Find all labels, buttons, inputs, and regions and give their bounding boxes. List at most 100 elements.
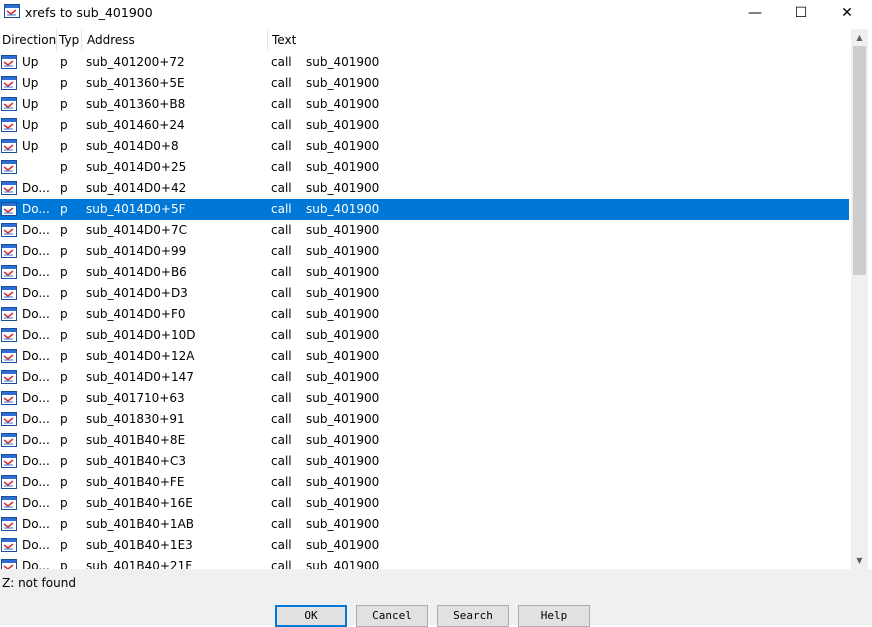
xref-row-icon xyxy=(1,454,17,468)
target-cell: sub_401900 xyxy=(306,454,380,468)
column-header-text[interactable]: Text xyxy=(268,29,851,51)
xref-row-icon xyxy=(1,223,17,237)
type-cell: p xyxy=(60,475,68,489)
address-cell: sub_4014D0+10D xyxy=(86,328,196,342)
xref-row-icon xyxy=(1,475,17,489)
address-cell: sub_401B40+1E3 xyxy=(86,538,193,552)
type-cell: p xyxy=(60,349,68,363)
title-bar: xrefs to sub_401900 — ☐ ✕ xyxy=(0,0,872,26)
address-cell: sub_401B40+1AB xyxy=(86,517,195,531)
table-row[interactable]: Do... p sub_4014D0+7C call sub_401900 xyxy=(0,220,849,241)
minimize-button[interactable]: — xyxy=(732,0,778,26)
column-header-direction[interactable]: Direction xyxy=(0,29,57,51)
type-cell: p xyxy=(60,391,68,405)
type-cell: p xyxy=(60,559,68,569)
table-row[interactable]: Do... p sub_401B40+8E call sub_401900 xyxy=(0,430,849,451)
help-button[interactable]: Help xyxy=(518,605,590,627)
address-cell: sub_4014D0+F0 xyxy=(86,307,186,321)
type-cell: p xyxy=(60,538,68,552)
search-button[interactable]: Search xyxy=(437,605,509,627)
target-cell: sub_401900 xyxy=(306,97,380,111)
table-row[interactable]: Up p sub_4014D0+8 call sub_401900 xyxy=(0,136,849,157)
ok-button[interactable]: OK xyxy=(275,605,347,627)
table-row[interactable]: Do... p sub_401B40+1AB call sub_401900 xyxy=(0,514,849,535)
address-cell: sub_401360+B8 xyxy=(86,97,186,111)
table-row[interactable]: Do... p sub_4014D0+F0 call sub_401900 xyxy=(0,304,849,325)
xref-row-icon xyxy=(1,559,17,569)
table-row[interactable]: Up p sub_401460+24 call sub_401900 xyxy=(0,115,849,136)
type-cell: p xyxy=(60,433,68,447)
xref-list[interactable]: Up p sub_401200+72 call sub_401900 Up p sub_401… xyxy=(0,52,851,569)
type-cell: p xyxy=(60,118,68,132)
target-cell: sub_401900 xyxy=(306,433,380,447)
direction-cell: Up xyxy=(22,139,39,153)
address-cell: sub_4014D0+D3 xyxy=(86,286,188,300)
table-row[interactable]: Do... p sub_4014D0+42 call sub_401900 xyxy=(0,178,849,199)
close-icon: ✕ xyxy=(841,5,853,21)
table-row[interactable]: Do... p sub_401B40+21F call sub_401900 xyxy=(0,556,849,569)
cancel-button[interactable]: Cancel xyxy=(356,605,428,627)
direction-cell: Do... xyxy=(22,265,50,279)
table-row[interactable]: Do... p sub_4014D0+147 call sub_401900 xyxy=(0,367,849,388)
direction-cell: Do... xyxy=(22,475,50,489)
xref-row-icon xyxy=(1,433,17,447)
direction-cell: Do... xyxy=(22,496,50,510)
scroll-up-arrow-icon[interactable]: ▲ xyxy=(851,29,868,46)
table-row[interactable]: p sub_4014D0+25 call sub_401900 xyxy=(0,157,849,178)
close-button[interactable]: ✕ xyxy=(824,0,870,26)
xref-row-icon xyxy=(1,538,17,552)
column-header-type[interactable]: Typ xyxy=(57,29,82,51)
address-cell: sub_401460+24 xyxy=(86,118,185,132)
type-cell: p xyxy=(60,307,68,321)
table-row[interactable]: Do... p sub_401B40+16E call sub_401900 xyxy=(0,493,849,514)
maximize-icon: ☐ xyxy=(794,5,808,21)
address-cell: sub_401B40+16E xyxy=(86,496,193,510)
table-row[interactable]: Do... p sub_401830+91 call sub_401900 xyxy=(0,409,849,430)
type-cell: p xyxy=(60,97,68,111)
table-row[interactable]: Do... p sub_4014D0+B6 call sub_401900 xyxy=(0,262,849,283)
table-row[interactable]: Do... p sub_401710+63 call sub_401900 xyxy=(0,388,849,409)
scroll-down-arrow-icon[interactable]: ▼ xyxy=(851,552,868,569)
direction-cell: Do... xyxy=(22,559,50,569)
direction-cell: Do... xyxy=(22,412,50,426)
type-cell: p xyxy=(60,517,68,531)
address-cell: sub_401B40+21F xyxy=(86,559,193,569)
minimize-icon: — xyxy=(748,5,762,21)
target-cell: sub_401900 xyxy=(306,286,380,300)
target-cell: sub_401900 xyxy=(306,160,380,174)
direction-cell: Do... xyxy=(22,538,50,552)
type-cell: p xyxy=(60,223,68,237)
xref-row-icon xyxy=(1,307,17,321)
table-row[interactable]: Do... p sub_4014D0+99 call sub_401900 xyxy=(0,241,849,262)
xref-row-icon xyxy=(1,265,17,279)
target-cell: sub_401900 xyxy=(306,475,380,489)
column-header-address[interactable]: Address xyxy=(82,29,268,51)
type-cell: p xyxy=(60,202,68,216)
address-cell: sub_4014D0+42 xyxy=(86,181,187,195)
maximize-button[interactable]: ☐ xyxy=(778,0,824,26)
address-cell: sub_401830+91 xyxy=(86,412,185,426)
table-row[interactable]: Do... p sub_401B40+1E3 call sub_401900 xyxy=(0,535,849,556)
xref-row-icon xyxy=(1,55,17,69)
table-row[interactable]: Do... p sub_401B40+C3 call sub_401900 xyxy=(0,451,849,472)
target-cell: sub_401900 xyxy=(306,76,380,90)
table-row[interactable]: Do... p sub_4014D0+10D call sub_401900 xyxy=(0,325,849,346)
target-cell: sub_401900 xyxy=(306,391,380,405)
table-row[interactable]: Do... p sub_4014D0+5F call sub_401900 xyxy=(0,199,849,220)
xref-row-icon xyxy=(1,139,17,153)
xref-row-icon xyxy=(1,181,17,195)
vertical-scrollbar[interactable]: ▲ ▼ xyxy=(851,29,868,569)
scrollbar-thumb[interactable] xyxy=(853,46,866,275)
target-cell: sub_401900 xyxy=(306,328,380,342)
type-cell: p xyxy=(60,244,68,258)
table-row[interactable]: Up p sub_401360+5E call sub_401900 xyxy=(0,73,849,94)
table-row[interactable]: Up p sub_401360+B8 call sub_401900 xyxy=(0,94,849,115)
target-cell: sub_401900 xyxy=(306,139,380,153)
table-row[interactable]: Do... p sub_4014D0+12A call sub_401900 xyxy=(0,346,849,367)
direction-cell: Do... xyxy=(22,202,50,216)
table-row[interactable]: Do... p sub_401B40+FE call sub_401900 xyxy=(0,472,849,493)
table-row[interactable]: Do... p sub_4014D0+D3 call sub_401900 xyxy=(0,283,849,304)
address-cell: sub_4014D0+7C xyxy=(86,223,187,237)
type-cell: p xyxy=(60,370,68,384)
table-row[interactable]: Up p sub_401200+72 call sub_401900 xyxy=(0,52,849,73)
